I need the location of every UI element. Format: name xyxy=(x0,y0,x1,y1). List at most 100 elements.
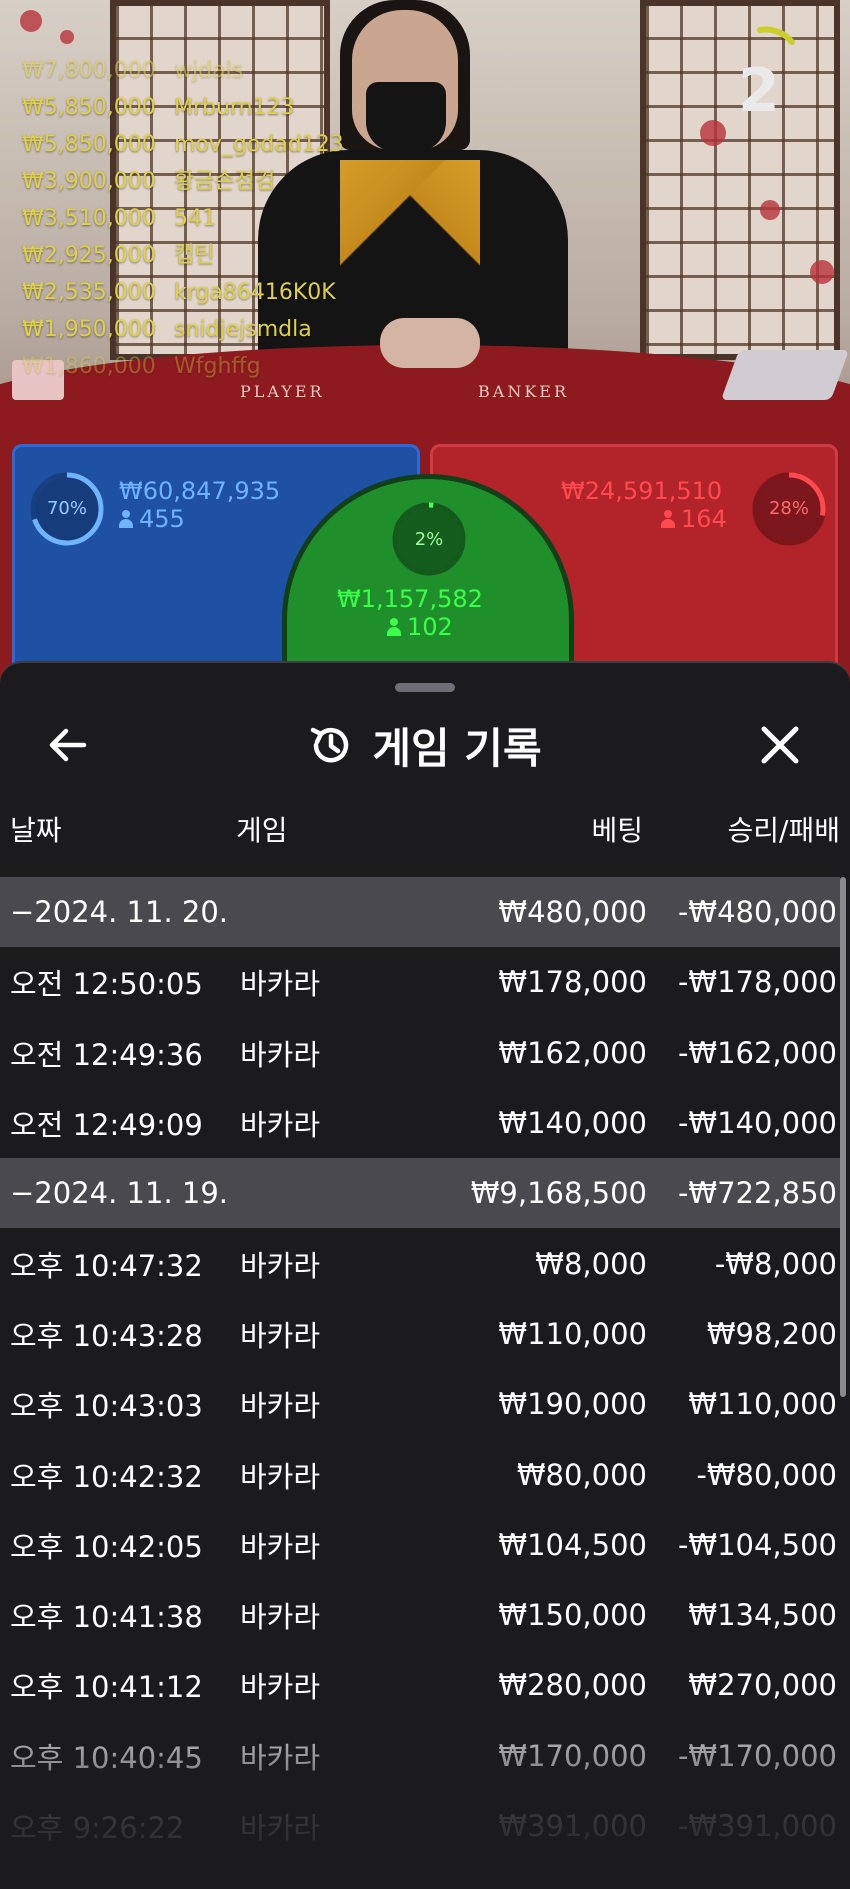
history-row-game: 바카라 xyxy=(240,1811,321,1845)
history-list[interactable]: −2024. 11. 20. ₩480,000 -₩480,000 오전 12:50:… xyxy=(0,877,840,1861)
history-date-group-row[interactable]: −2024. 11. 20. ₩480,000 -₩480,000 xyxy=(0,877,840,948)
history-row-game: 바카라 xyxy=(240,967,321,1002)
history-row-bet: ₩150,000 xyxy=(498,1598,647,1633)
leaderboard-amount: ₩5,850,000 xyxy=(22,132,156,157)
leaderboard-row: ₩7,800,000 wjdals xyxy=(22,52,344,89)
leaderboard-username: 황금손점검 xyxy=(174,169,276,194)
history-row-game: 바카라 xyxy=(240,1037,321,1072)
leaderboard-username: krga86416K0K xyxy=(174,280,336,305)
history-scrollbar[interactable] xyxy=(840,877,846,1397)
banker-bettor-count: 164 xyxy=(661,505,727,533)
history-row[interactable]: 오전 12:49:09 바카라 ₩140,000 -₩140,000 xyxy=(0,1088,840,1158)
leaderboard-amount: ₩2,535,000 xyxy=(22,280,156,305)
leaderboard-amount: ₩3,510,000 xyxy=(22,206,156,231)
history-row-date: 오후 10:41:38 xyxy=(10,1600,203,1635)
blossom-decoration xyxy=(60,30,74,44)
history-row-date: 오전 12:50:05 xyxy=(10,967,203,1002)
history-row[interactable]: 오후 9:26:22 바카라 ₩391,000 -₩391,000 xyxy=(0,1791,840,1861)
history-row-date: 오후 10:40:45 xyxy=(10,1740,203,1775)
history-row-win-loss: ₩110,000 xyxy=(688,1387,837,1422)
player-bettor-count: 455 xyxy=(119,505,185,533)
history-date-group-row[interactable]: −2024. 11. 19. ₩9,168,500 -₩722,850 xyxy=(0,1158,840,1229)
history-row-date: 오전 12:49:36 xyxy=(10,1037,203,1072)
column-header-win-loss: 승리/패배 xyxy=(727,814,840,847)
history-row-win-loss: -₩170,000 xyxy=(677,1738,837,1773)
history-row-win-loss: -₩178,000 xyxy=(677,965,837,1000)
history-row-game: 바카라 xyxy=(240,1459,321,1494)
player-total-amount: ₩60,847,935 xyxy=(119,477,281,505)
history-row-bet: ₩162,000 xyxy=(498,1035,647,1070)
column-header-game: 게임 xyxy=(236,814,288,847)
person-icon xyxy=(387,618,401,636)
leaderboard-amount: ₩5,850,000 xyxy=(22,95,156,120)
history-row[interactable]: 오후 10:42:05 바카라 ₩104,500 -₩104,500 xyxy=(0,1510,840,1580)
history-column-headers: 날짜 게임 베팅 승리/패배 xyxy=(0,809,850,853)
leaderboard-row: ₩3,510,000 541 xyxy=(22,200,344,237)
leaderboard-row: ₩5,850,000 Mrburn123 xyxy=(22,89,344,126)
history-row-bet: ₩104,500 xyxy=(498,1527,647,1562)
leaderboard-amount: ₩7,800,000 xyxy=(22,58,156,83)
countdown-number: 2 xyxy=(738,56,780,126)
column-header-date: 날짜 xyxy=(10,814,62,847)
leaderboard-amount: ₩3,900,000 xyxy=(22,169,156,194)
history-row-game: 바카라 xyxy=(240,1600,321,1635)
game-history-sheet: 게임 기록 날짜 게임 베팅 승리/패배 −2024. 11. 20. ₩480,… xyxy=(0,661,850,1889)
leaderboard-row: ₩2,535,000 krga86416K0K xyxy=(22,274,344,311)
history-row-win-loss: -₩8,000 xyxy=(714,1246,837,1281)
blossom-decoration xyxy=(760,200,780,220)
table-label-banker: BANKER xyxy=(478,382,569,401)
history-row-game: 바카라 xyxy=(240,1318,321,1353)
banker-percent: 28% xyxy=(768,498,809,519)
history-row[interactable]: 오후 10:41:12 바카라 ₩280,000 ₩270,000 xyxy=(0,1650,840,1720)
history-row-game: 바카라 xyxy=(240,1740,321,1775)
leaderboard-amount: ₩1,860,000 xyxy=(22,354,156,379)
leaderboard-row: ₩2,925,000 캡틴 xyxy=(22,237,344,274)
history-row-bet: ₩190,000 xyxy=(498,1387,647,1422)
leaderboard-username: wjdals xyxy=(174,58,244,83)
history-row-bet: ₩9,168,500 xyxy=(470,1176,647,1211)
history-row[interactable]: 오후 10:43:03 바카라 ₩190,000 ₩110,000 xyxy=(0,1369,840,1439)
history-row[interactable]: 오후 10:42:32 바카라 ₩80,000 -₩80,000 xyxy=(0,1439,840,1509)
history-row[interactable]: 오전 12:50:05 바카라 ₩178,000 -₩178,000 xyxy=(0,947,840,1017)
history-row[interactable]: 오전 12:49:36 바카라 ₩162,000 -₩162,000 xyxy=(0,1018,840,1088)
leaderboard-username: 캡틴 xyxy=(174,243,215,268)
leaderboard-row: ₩5,850,000 mov_godad123 xyxy=(22,126,344,163)
tie-bettor-count: 102 xyxy=(387,613,453,641)
history-row-date: 오전 12:49:09 xyxy=(10,1108,203,1143)
leaderboard-username: Wfghffg xyxy=(174,354,261,379)
close-icon xyxy=(761,726,799,764)
card-shoe xyxy=(720,350,850,400)
blossom-decoration xyxy=(20,10,42,32)
history-row-bet: ₩110,000 xyxy=(498,1316,647,1351)
history-row-date: 오후 10:41:12 xyxy=(10,1670,203,1705)
history-row-date: 오후 10:43:03 xyxy=(10,1389,203,1424)
history-row[interactable]: 오후 10:40:45 바카라 ₩170,000 -₩170,000 xyxy=(0,1721,840,1791)
sheet-drag-handle[interactable] xyxy=(395,683,455,692)
history-row[interactable]: 오후 10:43:28 바카라 ₩110,000 ₩98,200 xyxy=(0,1299,840,1369)
history-row-date: −2024. 11. 19. xyxy=(10,1176,228,1211)
history-clock-icon xyxy=(311,727,349,763)
person-icon xyxy=(661,510,675,528)
tie-percent: 2% xyxy=(414,529,444,550)
winners-leaderboard: ₩7,800,000 wjdals ₩5,850,000 Mrburn123 ₩5,85… xyxy=(22,52,344,385)
blossom-decoration xyxy=(700,120,726,146)
history-row-game: 바카라 xyxy=(240,1248,321,1283)
leaderboard-row: ₩1,950,000 snidjejsmdla xyxy=(22,311,344,348)
history-row-bet: ₩480,000 xyxy=(498,895,647,930)
history-row-win-loss: -₩722,850 xyxy=(677,1176,837,1211)
leaderboard-username: mov_godad123 xyxy=(174,132,344,157)
close-button[interactable] xyxy=(752,717,808,773)
history-row-win-loss: -₩104,500 xyxy=(677,1527,837,1562)
leaderboard-amount: ₩2,925,000 xyxy=(22,243,156,268)
dealer-lapel xyxy=(340,160,480,280)
history-row-date: 오후 9:26:22 xyxy=(10,1811,185,1845)
leaderboard-amount: ₩1,950,000 xyxy=(22,317,156,342)
leaderboard-username: 541 xyxy=(174,206,216,231)
person-icon xyxy=(119,510,133,528)
leaderboard-row: ₩1,860,000 Wfghffg xyxy=(22,348,344,385)
history-row[interactable]: 오후 10:47:32 바카라 ₩8,000 -₩8,000 xyxy=(0,1228,840,1298)
history-row[interactable]: 오후 10:41:38 바카라 ₩150,000 ₩134,500 xyxy=(0,1580,840,1650)
sheet-title: 게임 기록 xyxy=(372,723,542,773)
banker-total-amount: ₩24,591,510 xyxy=(561,477,723,505)
history-row-win-loss: -₩480,000 xyxy=(677,895,837,930)
